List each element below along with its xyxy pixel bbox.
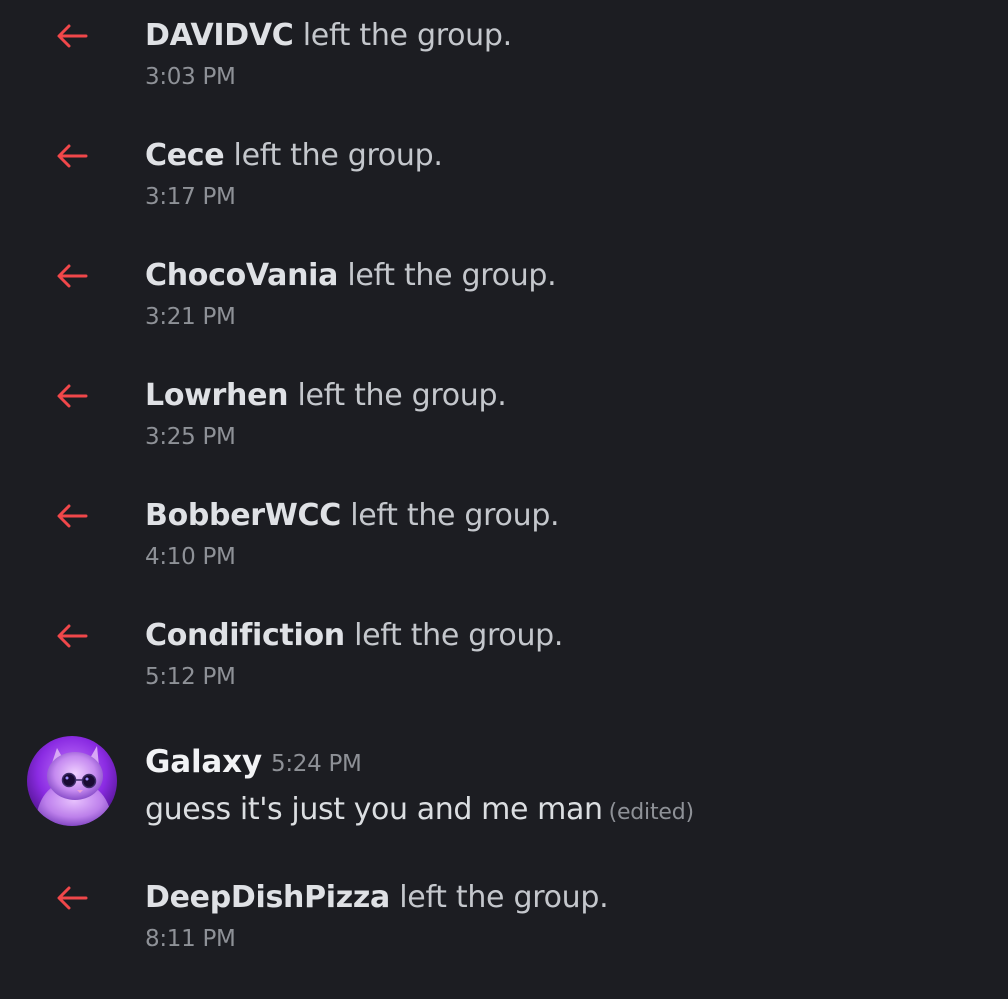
arrow-left-icon [55,262,89,290]
username[interactable]: DAVIDVC [145,18,294,53]
username[interactable]: BobberWCC [145,498,341,533]
system-text: left the group. [390,880,609,915]
arrow-left-icon [55,622,89,650]
purple-cat-avatar-icon [27,736,117,826]
system-message-leave: BobberWCC left the group. 4:10 PM [0,480,1008,570]
avatar[interactable] [27,736,117,826]
arrow-left-icon [55,382,89,410]
arrow-left-icon [55,884,89,912]
chat-log: DAVIDVC left the group. 3:03 PM Cece lef… [0,0,1008,999]
system-text: left the group. [224,138,443,173]
arrow-left-icon [55,22,89,50]
username[interactable]: Lowrhen [145,378,289,413]
system-message-leave: Condifiction left the group. 5:12 PM [0,600,1008,690]
system-message-leave: Cece left the group. 3:17 PM [0,120,1008,210]
message-timestamp: 5:24 PM [271,751,362,777]
arrow-left-icon [55,502,89,530]
system-text: left the group. [293,18,512,53]
timestamp: 3:03 PM [145,64,236,90]
system-message-leave: DeepDishPizza left the group. 8:11 PM [0,862,1008,952]
timestamp: 3:25 PM [145,424,236,450]
username[interactable]: Cece [145,138,225,173]
system-text: left the group. [338,258,557,293]
message-content: guess it's just you and me man (edited) [145,788,694,835]
message-text: guess it's just you and me man [145,792,603,827]
username[interactable]: ChocoVania [145,258,338,293]
system-message-leave: DAVIDVC left the group. 3:03 PM [0,0,1008,90]
system-text: left the group. [341,498,560,533]
system-message-leave: Lowrhen left the group. 3:25 PM [0,360,1008,450]
system-text: left the group. [288,378,507,413]
timestamp: 3:17 PM [145,184,236,210]
system-text: left the group. [344,618,564,653]
message-author[interactable]: Galaxy [145,740,262,784]
username[interactable]: DeepDishPizza [145,880,390,915]
timestamp: 8:11 PM [145,926,236,952]
system-message-leave: ChocoVania left the group. 3:21 PM [0,240,1008,330]
username[interactable]: Condifiction [145,618,345,653]
timestamp: 4:10 PM [145,544,236,570]
timestamp: 5:12 PM [145,664,236,690]
arrow-left-icon [55,142,89,170]
edited-label: (edited) [608,800,695,825]
timestamp: 3:21 PM [145,304,236,330]
user-message[interactable]: Galaxy 5:24 PM guess it's just you and m… [0,730,1008,840]
